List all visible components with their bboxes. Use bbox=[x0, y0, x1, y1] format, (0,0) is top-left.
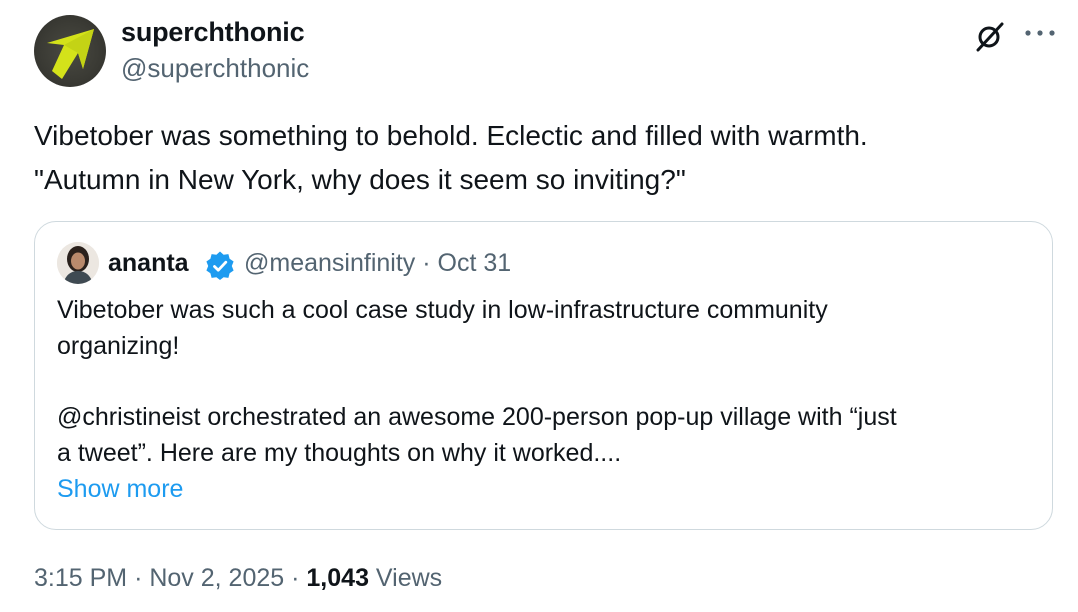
quoted-line: @christineist orchestrated an awesome 20… bbox=[57, 403, 897, 431]
quoted-meta: @meansinfinity · Oct 31 bbox=[244, 249, 511, 278]
more-options-icon[interactable] bbox=[1020, 18, 1060, 48]
tweet-text: Vibetober was something to behold. Eclec… bbox=[34, 114, 1044, 202]
quoted-line: a tweet”. Here are my thoughts on why it… bbox=[57, 439, 622, 467]
quoted-line: organizing! bbox=[57, 332, 180, 360]
quoted-author-avatar[interactable] bbox=[57, 242, 99, 284]
quoted-tweet-text: Vibetober was such a cool case study in … bbox=[57, 292, 1032, 507]
grok-icon[interactable] bbox=[974, 20, 1006, 52]
footer-separator: · bbox=[134, 564, 143, 592]
verified-badge-icon bbox=[206, 251, 234, 280]
quoted-tweet-card[interactable]: ananta @meansinfinity · Oct 31 Vibetober… bbox=[34, 221, 1053, 530]
quoted-line: Vibetober was such a cool case study in … bbox=[57, 296, 828, 324]
meta-separator: · bbox=[422, 249, 431, 277]
person-photo-icon bbox=[57, 242, 99, 284]
author-handle[interactable]: @superchthonic bbox=[121, 53, 309, 84]
post-date[interactable]: Nov 2, 2025 bbox=[149, 564, 284, 592]
views-label: Views bbox=[375, 564, 443, 592]
arrow-logo-icon bbox=[47, 29, 94, 79]
quoted-author-name[interactable]: ananta bbox=[108, 249, 189, 278]
author-display-name[interactable]: superchthonic bbox=[121, 17, 305, 48]
tweet-line: Vibetober was something to behold. Eclec… bbox=[34, 120, 868, 151]
quoted-date[interactable]: Oct 31 bbox=[438, 249, 512, 277]
author-avatar[interactable] bbox=[34, 15, 106, 87]
show-more-link[interactable]: Show more bbox=[57, 471, 1032, 507]
tweet-footer: 3:15 PM · Nov 2, 2025 · 1,043 Views bbox=[34, 564, 442, 593]
footer-separator: · bbox=[291, 564, 300, 592]
tweet-line: "Autumn in New York, why does it seem so… bbox=[34, 164, 686, 195]
views-count: 1,043 bbox=[306, 564, 369, 592]
post-time[interactable]: 3:15 PM bbox=[34, 564, 127, 592]
quoted-handle[interactable]: @meansinfinity bbox=[244, 249, 415, 277]
